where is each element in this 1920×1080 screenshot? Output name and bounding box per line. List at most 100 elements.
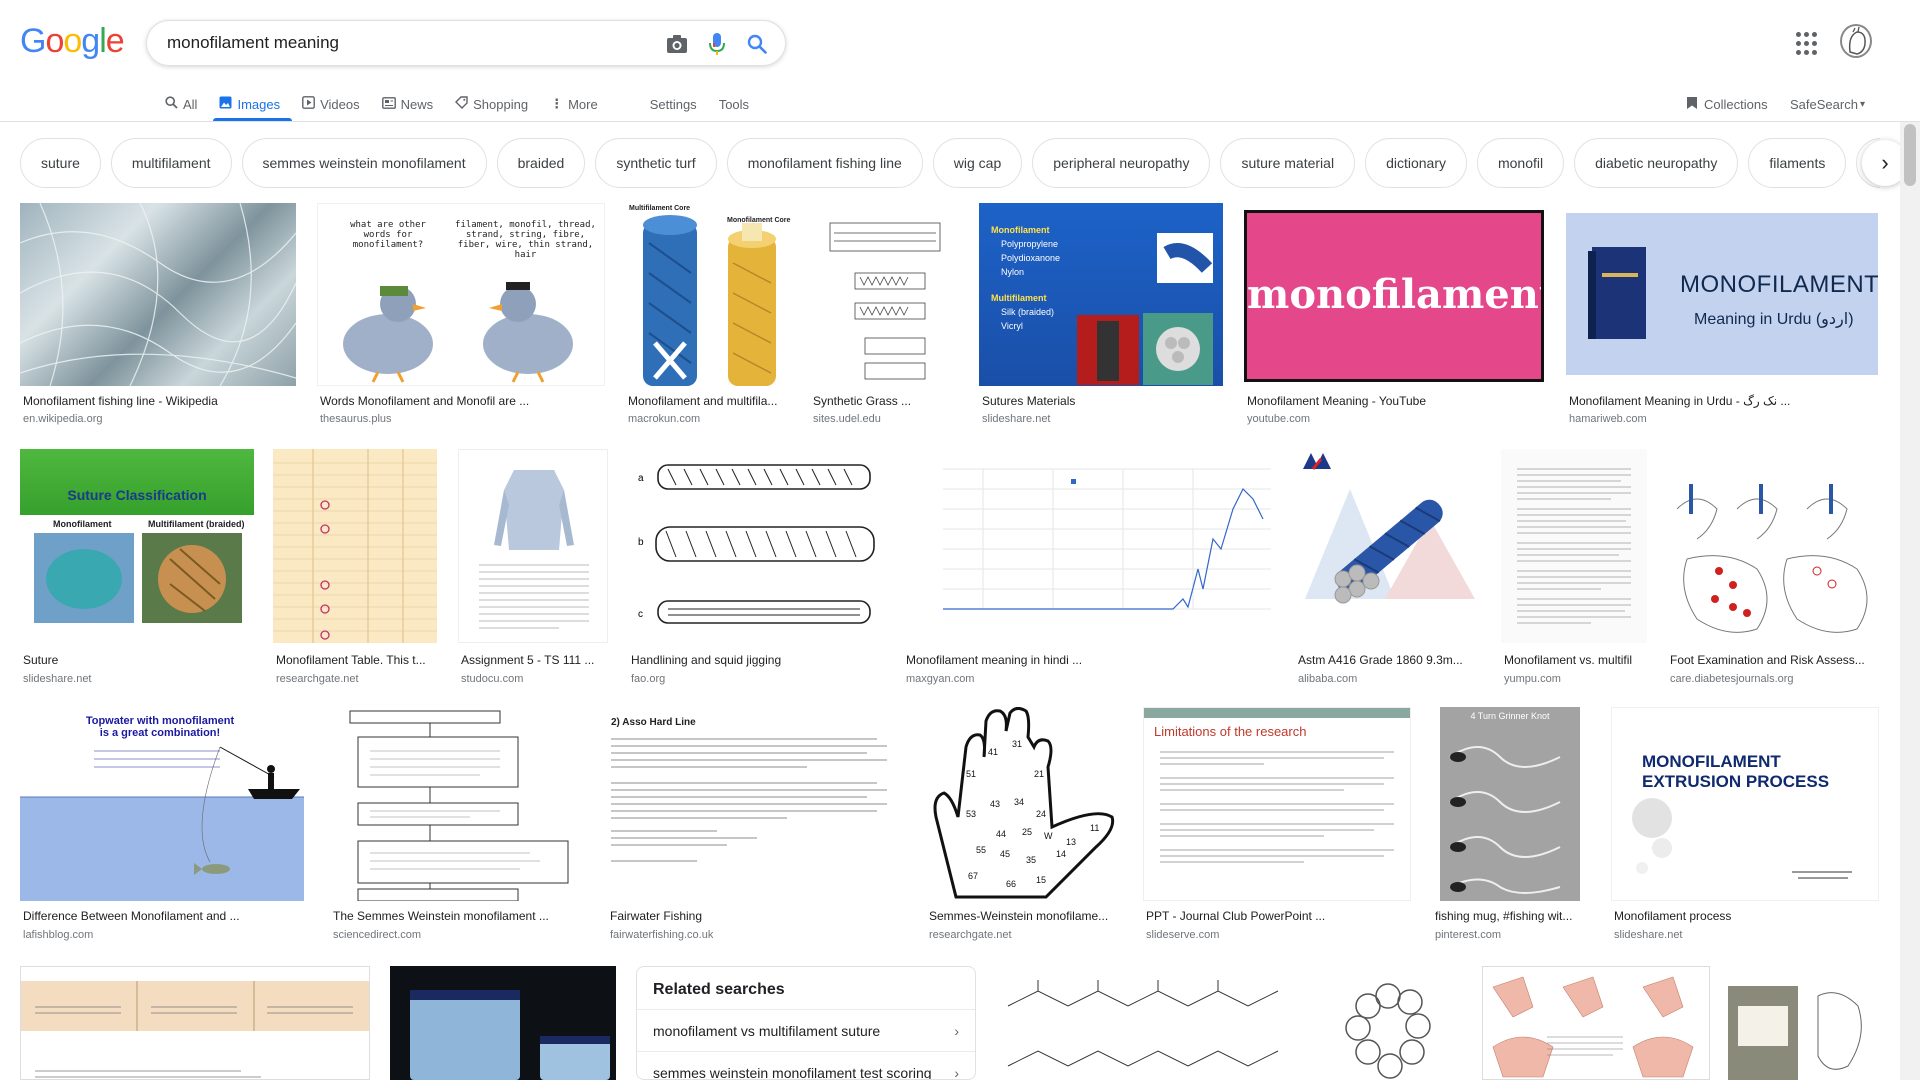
microphone-icon[interactable]	[705, 32, 729, 56]
image-result[interactable]: The Semmes Weinstein monofilament ... sc…	[330, 707, 586, 947]
result-title[interactable]: Suture	[23, 653, 251, 667]
image-result[interactable]: Suture Classification Monofilament Multi…	[20, 449, 254, 691]
result-thumbnail[interactable]	[903, 449, 1275, 643]
settings-link[interactable]: Settings	[650, 88, 697, 120]
image-result[interactable]: Monofilament meaning in hindi ... maxgya…	[903, 449, 1275, 691]
result-thumbnail[interactable]	[1318, 966, 1466, 1080]
tab-videos[interactable]: Videos	[302, 88, 360, 120]
result-title[interactable]: Monofilament process	[1614, 909, 1876, 923]
result-thumbnail[interactable]	[1667, 449, 1879, 643]
image-result[interactable]: Monofilament Table. This t... researchga…	[273, 449, 437, 691]
result-title[interactable]: Difference Between Monofilament and ...	[23, 909, 301, 923]
image-result[interactable]: what are other words for monofilament? f…	[317, 203, 605, 433]
scrollbar-track[interactable]	[1900, 122, 1920, 1080]
result-thumbnail[interactable]: monofilament	[1244, 210, 1544, 382]
chip[interactable]: diabetic neuropathy	[1574, 138, 1739, 188]
result-thumbnail[interactable]: what are other words for monofilament? f…	[317, 203, 605, 386]
result-thumbnail[interactable]: Topwater with monofilament is a great co…	[20, 707, 304, 901]
tab-news[interactable]: News	[381, 88, 433, 120]
chip[interactable]: dictionary	[1365, 138, 1467, 188]
chip[interactable]: semmes weinstein monofilament	[241, 138, 487, 188]
result-thumbnail[interactable]	[20, 966, 370, 1080]
avatar[interactable]	[1840, 24, 1872, 58]
result-thumbnail[interactable]	[810, 203, 958, 386]
image-result[interactable]: Monofilament vs. multifil yumpu.com	[1501, 449, 1647, 691]
result-thumbnail[interactable]: Suture Classification Monofilament Multi…	[20, 449, 254, 643]
result-title[interactable]: Assignment 5 - TS 111 ...	[461, 653, 605, 667]
scrollbar-thumb[interactable]	[1904, 124, 1916, 186]
result-thumbnail[interactable]: Multifilament Core Monofilament Core	[625, 203, 791, 386]
result-title[interactable]: Sutures Materials	[982, 394, 1220, 408]
result-thumbnail[interactable]	[20, 203, 296, 386]
result-thumbnail[interactable]: 4 Turn Grinner Knot	[1440, 707, 1580, 901]
search-box[interactable]	[146, 20, 786, 66]
result-thumbnail[interactable]: 2) Asso Hard Line	[607, 707, 905, 901]
image-result[interactable]: 2) Asso Hard Line Fairwater Fishing fair…	[607, 707, 905, 947]
result-thumbnail[interactable]	[1295, 449, 1481, 643]
google-logo[interactable]: Google	[20, 22, 125, 61]
result-title[interactable]: Monofilament fishing line - Wikipedia	[23, 394, 293, 408]
result-title[interactable]: The Semmes Weinstein monofilament ...	[333, 909, 583, 923]
related-search-item[interactable]: semmes weinstein monofilament test scori…	[637, 1051, 975, 1079]
result-thumbnail[interactable]: Monofilament Polypropylene Polydioxanone…	[979, 203, 1223, 386]
result-thumbnail[interactable]	[1501, 449, 1647, 643]
image-result[interactable]: Multifilament Core Monofilament Core Mon…	[625, 203, 791, 433]
result-title[interactable]: Monofilament Table. This t...	[276, 653, 434, 667]
chip[interactable]: monofil	[1476, 138, 1565, 188]
image-result[interactable]	[1482, 966, 1710, 1080]
chip[interactable]: multifilament	[110, 138, 232, 188]
image-result[interactable]: Monofilament fishing line - Wikipedia en…	[20, 203, 296, 433]
result-thumbnail[interactable]: MONOFILAMENT Meaning in Urdu (اردو)	[1566, 213, 1878, 375]
image-result[interactable]	[998, 966, 1298, 1080]
chip[interactable]: peripheral neuropathy	[1032, 138, 1211, 188]
image-result[interactable]: Limitations of the research PPT - Journa…	[1143, 707, 1411, 947]
image-result[interactable]: 4 Turn Grinner Knot fishing mug, #fishin…	[1432, 707, 1590, 947]
result-title[interactable]: Handlining and squid jigging	[631, 653, 879, 667]
image-result[interactable]: 51 41 31 21 53 43 34 24 44 25 W 55 45 35 13 11 67 66 15 14 …	[926, 707, 1122, 947]
result-title[interactable]: Monofilament Meaning - YouTube	[1247, 394, 1541, 408]
result-thumbnail[interactable]	[273, 449, 437, 643]
image-result[interactable]: Monofilament Polypropylene Polydioxanone…	[979, 203, 1223, 433]
image-result[interactable]: MONOFILAMENT Meaning in Urdu (اردو) Mono…	[1566, 203, 1878, 433]
result-title[interactable]: Fairwater Fishing	[610, 909, 902, 923]
result-title[interactable]: fishing mug, #fishing wit...	[1435, 909, 1587, 923]
result-thumbnail[interactable]	[458, 449, 608, 643]
search-icon[interactable]	[745, 32, 769, 56]
image-result[interactable]	[1318, 966, 1466, 1080]
result-title[interactable]: Monofilament Meaning in Urdu - نک رگ ...	[1569, 394, 1799, 408]
collections-link[interactable]: Collections	[1686, 88, 1768, 120]
result-title[interactable]: Words Monofilament and Monofil are ...	[320, 394, 602, 408]
result-title[interactable]: Astm A416 Grade 1860 9.3m...	[1298, 653, 1478, 667]
result-thumbnail[interactable]	[390, 966, 616, 1080]
result-title[interactable]: PPT - Journal Club PowerPoint ...	[1146, 909, 1408, 923]
result-title[interactable]: Semmes-Weinstein monofilame...	[929, 909, 1119, 923]
result-thumbnail[interactable]	[330, 707, 586, 901]
result-thumbnail[interactable]: a b c	[628, 449, 882, 643]
result-thumbnail[interactable]: Limitations of the research	[1143, 707, 1411, 901]
result-title[interactable]: Synthetic Grass ...	[813, 394, 955, 408]
image-result[interactable]: Assignment 5 - TS 111 ... studocu.com	[458, 449, 608, 691]
image-result[interactable]: monofilament Monofilament Meaning - YouT…	[1244, 203, 1544, 433]
result-title[interactable]: Monofilament vs. multifil	[1504, 653, 1644, 667]
result-thumbnail[interactable]	[1482, 966, 1710, 1080]
chip[interactable]: monofilament fishing line	[726, 138, 923, 188]
result-thumbnail[interactable]: 51 41 31 21 53 43 34 24 44 25 W 55 45 35 13 11 67 66 15 14	[926, 707, 1122, 901]
tab-images[interactable]: Images	[213, 88, 292, 121]
safesearch-dropdown[interactable]: SafeSearch ▾	[1790, 88, 1865, 120]
image-result[interactable]: Astm A416 Grade 1860 9.3m... alibaba.com	[1295, 449, 1481, 691]
tab-more[interactable]: ⋮ More	[550, 88, 598, 120]
image-result[interactable]	[1728, 966, 1878, 1080]
apps-grid-icon[interactable]	[1796, 32, 1820, 56]
camera-icon[interactable]	[665, 32, 689, 56]
search-input[interactable]	[167, 33, 647, 53]
result-title[interactable]: Monofilament meaning in hindi ...	[906, 653, 1272, 667]
image-result[interactable]: MONOFILAMENT EXTRUSION PROCESS Monofilam…	[1611, 707, 1879, 947]
tools-link[interactable]: Tools	[719, 88, 749, 120]
result-thumbnail[interactable]: MONOFILAMENT EXTRUSION PROCESS	[1611, 707, 1879, 901]
result-title[interactable]: Monofilament and multifila...	[628, 394, 788, 408]
chip[interactable]: suture material	[1220, 138, 1356, 188]
chip[interactable]: filaments	[1748, 138, 1847, 188]
chip[interactable]: synthetic turf	[595, 138, 717, 188]
image-result[interactable]: Topwater with monofilament is a great co…	[20, 707, 304, 947]
result-title[interactable]: Foot Examination and Risk Assess...	[1670, 653, 1876, 667]
